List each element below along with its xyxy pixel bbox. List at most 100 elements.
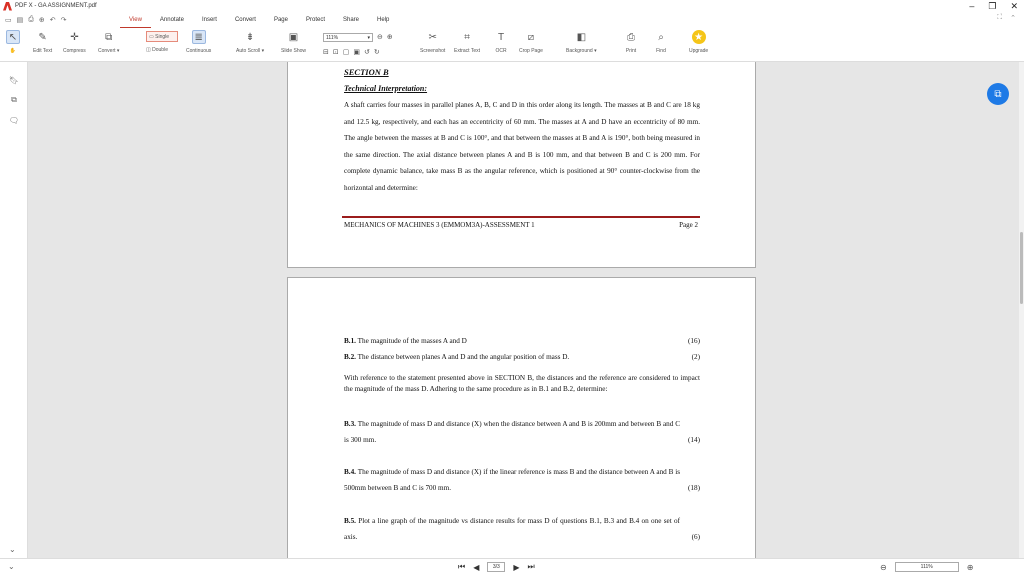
save-icon[interactable]: ▤ — [17, 16, 24, 24]
tab-protect[interactable]: Protect — [297, 12, 334, 28]
question-text: The magnitude of mass D and distance (X)… — [344, 468, 680, 492]
previous-page-icon[interactable]: ◀ — [473, 563, 479, 572]
tab-annotate[interactable]: Annotate — [151, 12, 193, 28]
upgrade-button[interactable]: ★ Upgrade — [689, 30, 708, 54]
sidebar-expand-icon[interactable]: ⌄ — [9, 545, 16, 554]
vertical-scrollbar[interactable] — [1019, 62, 1024, 558]
auto-scroll-label: Auto Scroll ▾ — [236, 48, 265, 54]
print-button[interactable]: ⎙ Print — [624, 30, 638, 55]
edit-text-label: Edit Text — [33, 48, 53, 54]
tab-insert[interactable]: Insert — [193, 12, 226, 28]
quick-access-toolbar: ▭ ▤ ⎙ ⊕ ↶ ↷ — [5, 16, 66, 24]
question-marks: (6) — [691, 533, 700, 541]
continuous-button[interactable]: ≣ Continuous — [186, 30, 211, 54]
ribbon-tabs: View Annotate Insert Convert Page Protec… — [120, 12, 398, 28]
footer-course: MECHANICS OF MACHINES 3 (EMMOM3A)-ASSESS… — [344, 221, 535, 229]
title-bar: PDF X - GA ASSIGNMENT.pdf – ❐ ✕ — [0, 0, 1024, 12]
menu-row: ▭ ▤ ⎙ ⊕ ↶ ↷ View Annotate Insert Convert… — [0, 12, 1024, 28]
find-button[interactable]: ⌕ Find — [654, 30, 668, 55]
actual-size-icon[interactable]: ▢ — [343, 48, 350, 56]
crop-page-button[interactable]: ⧄ Crop Page — [519, 30, 543, 55]
comments-icon[interactable]: 🗨︎ — [0, 110, 28, 130]
compress-label: Compress — [63, 48, 86, 54]
next-page-icon[interactable]: ▶ — [513, 563, 519, 572]
toolbar: ↖ ✋ ✎ Edit Text ✛ Compress ⧉ Convert ▾ ▭… — [0, 28, 1024, 62]
screenshot-label: Screenshot — [420, 48, 446, 54]
status-bar: ⌄ ⏮ ◀ 3/3 ▶ ⏭ ⊖ 111% ⊕ — [0, 558, 1024, 576]
redo-icon[interactable]: ↷ — [61, 16, 67, 24]
ocr-icon: T — [497, 31, 505, 43]
question-b2: B.2. The distance between planes A and D… — [344, 349, 700, 365]
question-b5: B.5. Plot a line graph of the magnitude … — [344, 513, 700, 545]
tab-help[interactable]: Help — [368, 12, 398, 28]
edit-text-button[interactable]: ✎ Edit Text — [33, 30, 53, 55]
first-page-icon[interactable]: ⏮ — [458, 562, 465, 572]
ocr-button[interactable]: T OCR — [494, 30, 508, 55]
convert-button[interactable]: ⧉ Convert ▾ — [98, 30, 119, 55]
question-text: The magnitude of the masses A and D — [357, 337, 467, 345]
pdf-page: SECTION B Technical Interpretation: A sh… — [287, 62, 756, 268]
screenshot-button[interactable]: ✂ Screenshot — [420, 30, 446, 55]
zoom-select[interactable]: 111% ▾ — [323, 33, 373, 42]
background-label: Background ▾ — [566, 48, 597, 54]
upgrade-icon: ★ — [691, 30, 706, 44]
zoom-in-icon[interactable]: ⊕ — [967, 563, 974, 572]
question-text: Plot a line graph of the magnitude vs di… — [344, 517, 681, 541]
thumbnails-icon[interactable]: ⧉ — [0, 90, 28, 110]
fullscreen-icon[interactable]: ⛶ — [997, 14, 1002, 22]
fit-width-icon[interactable]: ⊟ — [323, 48, 329, 56]
zoom-level[interactable]: 111% — [894, 562, 959, 572]
question-number: B.4. — [344, 468, 356, 476]
background-button[interactable]: ◧ Background ▾ — [566, 30, 597, 55]
convert-icon: ⧉ — [105, 31, 113, 43]
single-page-button[interactable]: ▭ Single — [146, 31, 178, 42]
extract-text-button[interactable]: ⌗ Extract Text — [454, 30, 480, 55]
tab-convert[interactable]: Convert — [226, 12, 265, 28]
tab-view[interactable]: View — [120, 12, 151, 28]
zoom-out-icon[interactable]: ⊖ — [377, 33, 383, 41]
compress-button[interactable]: ✛ Compress — [63, 30, 86, 55]
background-icon: ◧ — [576, 31, 587, 43]
page-number-input[interactable]: 3/3 — [487, 562, 506, 572]
document-viewer[interactable]: SECTION B Technical Interpretation: A sh… — [29, 62, 1019, 558]
subsection-heading: Technical Interpretation: — [344, 84, 428, 93]
maximize-button[interactable]: ❐ — [988, 0, 996, 12]
fit-visible-icon[interactable]: ▣ — [353, 48, 360, 56]
footer-rule — [342, 216, 700, 218]
last-page-icon[interactable]: ⏭ — [528, 562, 535, 572]
open-icon[interactable]: ▭ — [5, 16, 12, 24]
collapse-ribbon-icon[interactable]: ⌃ — [1010, 14, 1016, 22]
minimize-button[interactable]: – — [969, 0, 974, 12]
fit-page-icon[interactable]: ⊡ — [333, 48, 339, 56]
question-marks: (14) — [688, 436, 700, 444]
upgrade-label: Upgrade — [689, 48, 709, 54]
share-quick-icon[interactable]: ⊕ — [39, 16, 45, 24]
double-page-button[interactable]: ◫ Double — [146, 47, 168, 53]
print-quick-icon[interactable]: ⎙ — [28, 16, 34, 24]
zoom-out-icon[interactable]: ⊖ — [880, 563, 887, 572]
rotate-left-icon[interactable]: ↺ — [364, 48, 370, 56]
footer-page-number: Page 2 — [679, 221, 698, 229]
zoom-in-icon[interactable]: ⊕ — [387, 33, 393, 41]
slide-show-label: Slide Show — [281, 48, 307, 54]
section-intro: With reference to the statement presente… — [344, 374, 700, 393]
scrollbar-thumb[interactable] — [1020, 232, 1023, 304]
question-b1: B.1. The magnitude of the masses A and D… — [344, 333, 700, 349]
select-tool-button[interactable]: ↖ ✋ — [6, 30, 20, 54]
print-label: Print — [625, 48, 637, 54]
tab-page[interactable]: Page — [265, 12, 297, 28]
left-sidebar: 🔖︎ ⧉ 🗨︎ ⌄ — [0, 62, 28, 558]
crop-page-label: Crop Page — [519, 48, 543, 54]
bookmark-icon[interactable]: 🔖︎ — [0, 70, 28, 90]
slide-show-button[interactable]: ▣ Slide Show — [281, 30, 307, 55]
rotate-right-icon[interactable]: ↻ — [374, 48, 380, 56]
auto-scroll-icon: ⇟ — [245, 31, 255, 43]
auto-scroll-button[interactable]: ⇟ Auto Scroll ▾ — [236, 30, 265, 55]
ai-assistant-button[interactable]: ⧉ — [987, 83, 1009, 105]
close-button[interactable]: ✕ — [1010, 0, 1018, 12]
chevron-down-icon[interactable]: ⌄ — [8, 562, 15, 571]
tab-share[interactable]: Share — [334, 12, 368, 28]
hand-icon[interactable]: ✋ — [10, 48, 16, 54]
undo-icon[interactable]: ↶ — [50, 16, 56, 24]
question-number: B.1. — [344, 337, 356, 345]
